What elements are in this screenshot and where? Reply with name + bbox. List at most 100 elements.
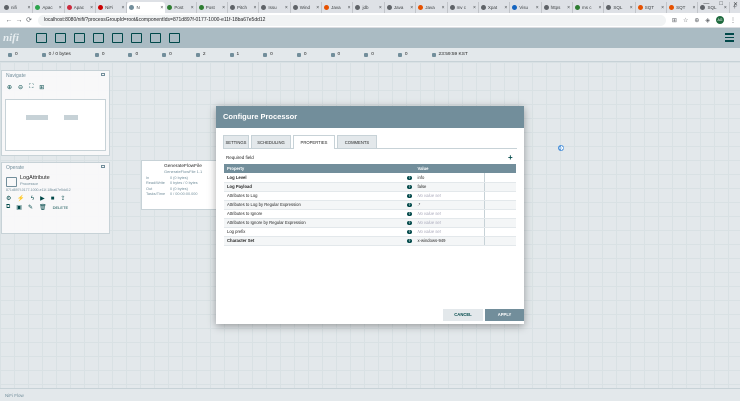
processor-component-icon[interactable]	[36, 33, 47, 43]
start-icon[interactable]: ▶	[40, 195, 45, 202]
browser-tab[interactable]: Xpat ×	[479, 2, 511, 13]
delete-button[interactable]: DELETE	[53, 205, 69, 210]
property-value[interactable]: .*	[414, 200, 484, 210]
property-value[interactable]: x-windows-949	[414, 236, 484, 246]
close-tab-icon[interactable]: ×	[90, 5, 93, 11]
bookmark-star-icon[interactable]: ☆	[683, 17, 688, 24]
extension-icon[interactable]: ⊕	[694, 17, 699, 24]
zoom-out-icon[interactable]: ⊖	[18, 84, 23, 91]
enable-icon[interactable]: ⚡	[17, 195, 24, 202]
browser-tab[interactable]: Issu ×	[259, 2, 291, 13]
global-menu-icon[interactable]	[725, 33, 734, 42]
browser-tab[interactable]: SQT ×	[636, 2, 668, 13]
property-value[interactable]: No value set	[414, 218, 484, 228]
funnel-icon[interactable]	[131, 33, 142, 43]
input-port-icon[interactable]	[55, 33, 66, 43]
table-row[interactable]: Attributes to Ignore by Regular Expressi…	[224, 218, 516, 228]
actual-size-icon[interactable]: ⊞	[39, 84, 44, 91]
apply-button[interactable]: APPLY	[485, 309, 524, 321]
table-row[interactable]: Attributes to Ignore? No value set	[224, 209, 516, 219]
browser-tab[interactable]: SQT ×	[667, 2, 699, 13]
tab-scheduling[interactable]: SCHEDULING	[251, 135, 291, 148]
stop-icon[interactable]: ■	[51, 196, 55, 202]
help-icon[interactable]: ?	[407, 175, 412, 180]
reload-icon[interactable]: ⟳	[24, 16, 34, 24]
close-tab-icon[interactable]: ×	[122, 5, 125, 11]
table-row[interactable]: Attributes to Log? No value set	[224, 191, 516, 201]
property-value[interactable]: No value set	[414, 209, 484, 219]
process-group-icon[interactable]	[93, 33, 104, 43]
browser-tab[interactable]: Pitch ×	[228, 2, 260, 13]
browser-tab[interactable]: Apac ×	[33, 2, 65, 13]
help-icon[interactable]: ?	[407, 184, 412, 190]
fit-icon[interactable]: ⛶	[29, 84, 33, 91]
help-icon[interactable]: ?	[407, 220, 412, 226]
delete-icon[interactable]: 🗑	[39, 204, 47, 211]
browser-menu-icon[interactable]: ⋮	[730, 17, 736, 24]
browser-tab[interactable]: Post ×	[197, 2, 229, 13]
property-value[interactable]: No value set	[414, 191, 484, 201]
browser-tab[interactable]: nifi ×	[2, 2, 34, 13]
property-value[interactable]: No value set	[414, 227, 484, 237]
configure-icon[interactable]: ⚙	[6, 195, 11, 202]
browser-tab[interactable]: https ×	[542, 2, 573, 13]
close-window-icon[interactable]: ✕	[733, 1, 738, 8]
help-icon[interactable]: ?	[407, 211, 412, 217]
help-icon[interactable]: ?	[407, 229, 412, 235]
browser-tab[interactable]: Apac ×	[65, 2, 97, 13]
browser-tab[interactable]: jdb ×	[353, 2, 385, 13]
template-icon[interactable]	[150, 33, 161, 43]
output-port-icon[interactable]	[74, 33, 85, 43]
help-icon[interactable]: ?	[407, 238, 412, 244]
close-tab-icon[interactable]: ×	[504, 5, 507, 11]
birdseye-view[interactable]	[5, 99, 106, 151]
table-row[interactable]: Log Payload? false	[224, 182, 516, 192]
connection-arrow-icon[interactable]	[557, 144, 565, 152]
close-tab-icon[interactable]: ×	[316, 5, 319, 11]
cancel-button[interactable]: CANCEL	[443, 309, 483, 321]
browser-tab[interactable]: Post ×	[165, 2, 197, 13]
browser-tab[interactable]: Visu ×	[510, 2, 542, 13]
close-tab-icon[interactable]: ×	[348, 5, 351, 11]
collapse-icon[interactable]	[101, 165, 105, 168]
close-tab-icon[interactable]: ×	[567, 5, 570, 11]
url-field[interactable]: localhost:8080/nifi/?processGroupId=root…	[38, 14, 666, 26]
close-tab-icon[interactable]: ×	[630, 5, 633, 11]
table-row[interactable]: Attributes to Log by Regular Expression?…	[224, 200, 516, 210]
close-tab-icon[interactable]: ×	[598, 5, 601, 11]
close-tab-icon[interactable]: ×	[191, 5, 194, 11]
close-tab-icon[interactable]: ×	[410, 5, 413, 11]
forward-icon[interactable]: →	[14, 17, 24, 24]
browser-tab[interactable]: Java ×	[322, 2, 354, 13]
browser-tab[interactable]: ms c ×	[573, 2, 605, 13]
collapse-icon[interactable]	[101, 73, 105, 76]
close-tab-icon[interactable]: ×	[536, 5, 539, 11]
browser-tab[interactable]: Java ×	[385, 2, 417, 13]
close-tab-icon[interactable]: ×	[693, 5, 696, 11]
browser-tab[interactable]: mv c ×	[448, 2, 479, 13]
close-tab-icon[interactable]: ×	[285, 5, 288, 11]
table-row[interactable]: Log Level? info	[224, 173, 516, 183]
table-row[interactable]: Log prefix? No value set	[224, 227, 516, 237]
group-icon[interactable]: ▣	[16, 204, 22, 211]
tab-properties[interactable]: PROPERTIES	[293, 135, 335, 149]
browser-tab[interactable]: Wind ×	[291, 2, 323, 13]
template-upload-icon[interactable]: ⇪	[60, 195, 65, 202]
generate-flowfile-processor[interactable]: GenerateFlowFile GenerateFlowFile 1.1 In…	[141, 160, 217, 210]
property-value[interactable]: false	[414, 182, 484, 192]
remote-process-group-icon[interactable]	[112, 33, 123, 43]
browser-tab[interactable]: Java ×	[416, 2, 448, 13]
color-icon[interactable]: ✎	[28, 204, 33, 211]
close-tab-icon[interactable]: ×	[379, 5, 382, 11]
property-value[interactable]: info	[414, 173, 484, 183]
browser-tab[interactable]: N ×	[127, 2, 166, 13]
avatar[interactable]: AG	[716, 16, 724, 24]
browser-tab[interactable]: NiFi ×	[96, 2, 128, 13]
browser-tab[interactable]: SQL ×	[604, 2, 636, 13]
copy-icon[interactable]: ⧉	[6, 204, 10, 211]
disable-icon[interactable]: ϟ	[31, 196, 34, 202]
label-icon[interactable]	[169, 33, 180, 43]
help-icon[interactable]: ?	[407, 193, 412, 199]
minimize-icon[interactable]: —	[703, 1, 709, 8]
close-tab-icon[interactable]: ×	[442, 5, 445, 11]
